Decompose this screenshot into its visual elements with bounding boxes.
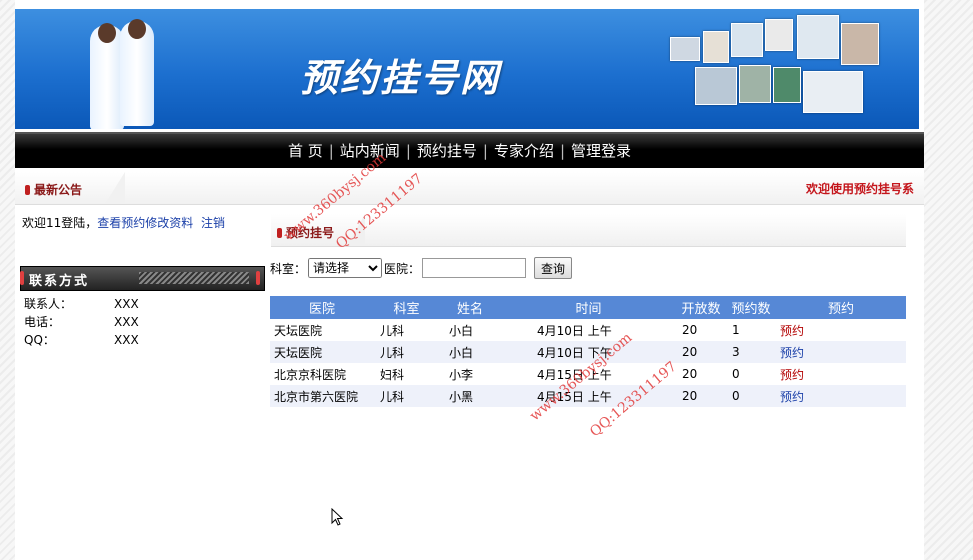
nav-item-booking[interactable]: 预约挂号 bbox=[417, 134, 477, 168]
contact-header: 联系方式 bbox=[20, 266, 265, 291]
notice-label: 最新公告 bbox=[25, 181, 82, 198]
nav-separator: | bbox=[405, 142, 411, 160]
site-title: 预约挂号网 bbox=[300, 55, 501, 100]
table-row: 北京市第六医院 儿科 小黑 4月15日 上午 20 0 预约 bbox=[270, 385, 906, 407]
notice-bar: 最新公告 欢迎使用预约挂号系 bbox=[15, 172, 924, 205]
edit-profile-link[interactable]: 修改资料 bbox=[145, 216, 193, 230]
doctor-cell: 小白 bbox=[439, 341, 501, 363]
time-cell: 4月10日 上午 bbox=[537, 323, 612, 338]
contact-value: XXX bbox=[114, 297, 139, 311]
department-cell: 儿科 bbox=[374, 385, 439, 407]
tab-slant bbox=[105, 172, 125, 204]
schedule-table: 医院 科室 姓名 时间 开放数 预约数 预约 天坛医院 儿科 小白 4月10日 … bbox=[270, 296, 906, 407]
hospital-cell: 天坛医院 bbox=[274, 323, 323, 338]
column-header: 开放数 bbox=[676, 296, 726, 319]
contact-value: XXX bbox=[114, 333, 139, 347]
book-link[interactable]: 预约 bbox=[780, 346, 804, 360]
bullet-icon bbox=[25, 184, 30, 195]
bullet-icon bbox=[256, 271, 260, 285]
doctor-figure bbox=[90, 23, 124, 129]
table-header-row: 医院 科室 姓名 时间 开放数 预约数 预约 bbox=[270, 296, 906, 319]
department-label: 科室： bbox=[270, 261, 307, 276]
department-cell: 妇科 bbox=[380, 367, 405, 382]
contact-value: XXX bbox=[114, 315, 139, 329]
booked-count-cell: 0 bbox=[732, 367, 740, 381]
booked-count-cell: 1 bbox=[732, 323, 740, 337]
bullet-icon bbox=[20, 271, 24, 285]
contact-title: 联系方式 bbox=[29, 274, 90, 289]
photo-collage bbox=[765, 19, 793, 51]
contact-list: 联系人： XXX 电话： XXX QQ： XXX bbox=[24, 295, 139, 349]
nav-item-home[interactable]: 首 页 bbox=[288, 134, 323, 168]
hospital-cell: 北京京科医院 bbox=[274, 367, 347, 382]
photo-collage bbox=[803, 71, 863, 113]
booked-count-cell: 0 bbox=[726, 385, 776, 407]
page: 预约挂号网 首 页 | 站内新闻 | 预约挂号 | 专家介绍 | 管理登录 最新公告 欢迎使用预… bbox=[15, 0, 924, 560]
nav-item-experts[interactable]: 专家介绍 bbox=[494, 134, 554, 168]
header-banner: 预约挂号网 bbox=[15, 9, 919, 129]
main-nav: 首 页 | 站内新闻 | 预约挂号 | 专家介绍 | 管理登录 bbox=[15, 132, 924, 168]
photo-collage bbox=[703, 31, 729, 63]
contact-row: 电话： XXX bbox=[24, 313, 139, 331]
open-count-cell: 20 bbox=[676, 341, 726, 363]
contact-key: QQ： bbox=[24, 333, 55, 347]
column-header: 医院 bbox=[270, 296, 374, 319]
photo-collage bbox=[841, 23, 879, 65]
photo-collage bbox=[695, 67, 737, 105]
contact-key: 联系人： bbox=[24, 297, 73, 311]
column-header: 时间 bbox=[501, 296, 676, 319]
open-count-cell: 20 bbox=[682, 323, 698, 337]
book-link[interactable]: 预约 bbox=[780, 324, 804, 338]
department-cell: 儿科 bbox=[380, 323, 405, 338]
hospital-input[interactable] bbox=[422, 258, 527, 278]
welcome-prefix: 欢迎11登陆， bbox=[22, 216, 98, 230]
open-count-cell: 20 bbox=[676, 385, 726, 407]
doctor-cell: 小李 bbox=[449, 367, 474, 382]
photo-collage bbox=[670, 37, 700, 61]
photo-collage bbox=[797, 15, 839, 59]
notice-label-text: 最新公告 bbox=[34, 183, 83, 197]
logout-link[interactable]: 注销 bbox=[201, 216, 225, 230]
book-link[interactable]: 预约 bbox=[780, 368, 804, 382]
booked-count-cell: 3 bbox=[726, 341, 776, 363]
column-header: 姓名 bbox=[439, 296, 501, 319]
hospital-label: 医院： bbox=[384, 261, 421, 276]
notice-marquee: 欢迎使用预约挂号系 bbox=[806, 182, 915, 196]
search-button[interactable]: 查询 bbox=[534, 257, 573, 279]
doctor-figure bbox=[120, 19, 154, 126]
photo-collage bbox=[731, 23, 763, 57]
search-form: 科室： 请选择 医院： 查询 bbox=[270, 257, 573, 279]
doctor-cell: 小黑 bbox=[439, 385, 501, 407]
column-header: 预约数 bbox=[726, 296, 776, 319]
photo-collage bbox=[739, 65, 771, 103]
photo-collage bbox=[773, 67, 801, 103]
welcome-text: 欢迎11登陆，查看预约修改资料 注销 bbox=[22, 214, 225, 231]
column-header: 科室 bbox=[374, 296, 439, 319]
hospital-cell: 天坛医院 bbox=[270, 341, 374, 363]
table-row: 天坛医院 儿科 小白 4月10日 上午 20 1 预约 bbox=[270, 319, 906, 341]
contact-row: QQ： XXX bbox=[24, 331, 139, 349]
open-count-cell: 20 bbox=[682, 367, 698, 381]
contact-key: 电话： bbox=[24, 315, 61, 329]
view-booking-link[interactable]: 查看预约 bbox=[97, 216, 145, 230]
mouse-cursor-icon bbox=[331, 508, 344, 526]
nav-separator: | bbox=[559, 142, 566, 160]
column-header: 预约 bbox=[776, 296, 906, 319]
nav-separator: | bbox=[482, 142, 488, 160]
nav-separator: | bbox=[328, 142, 334, 160]
book-link[interactable]: 预约 bbox=[780, 390, 804, 404]
contact-row: 联系人： XXX bbox=[24, 295, 139, 313]
nav-item-admin-login[interactable]: 管理登录 bbox=[571, 134, 631, 168]
hospital-cell: 北京市第六医院 bbox=[270, 385, 374, 407]
doctor-cell: 小白 bbox=[449, 323, 474, 338]
department-select[interactable]: 请选择 bbox=[308, 258, 383, 278]
decorative-stripes bbox=[139, 272, 249, 284]
department-cell: 儿科 bbox=[374, 341, 439, 363]
